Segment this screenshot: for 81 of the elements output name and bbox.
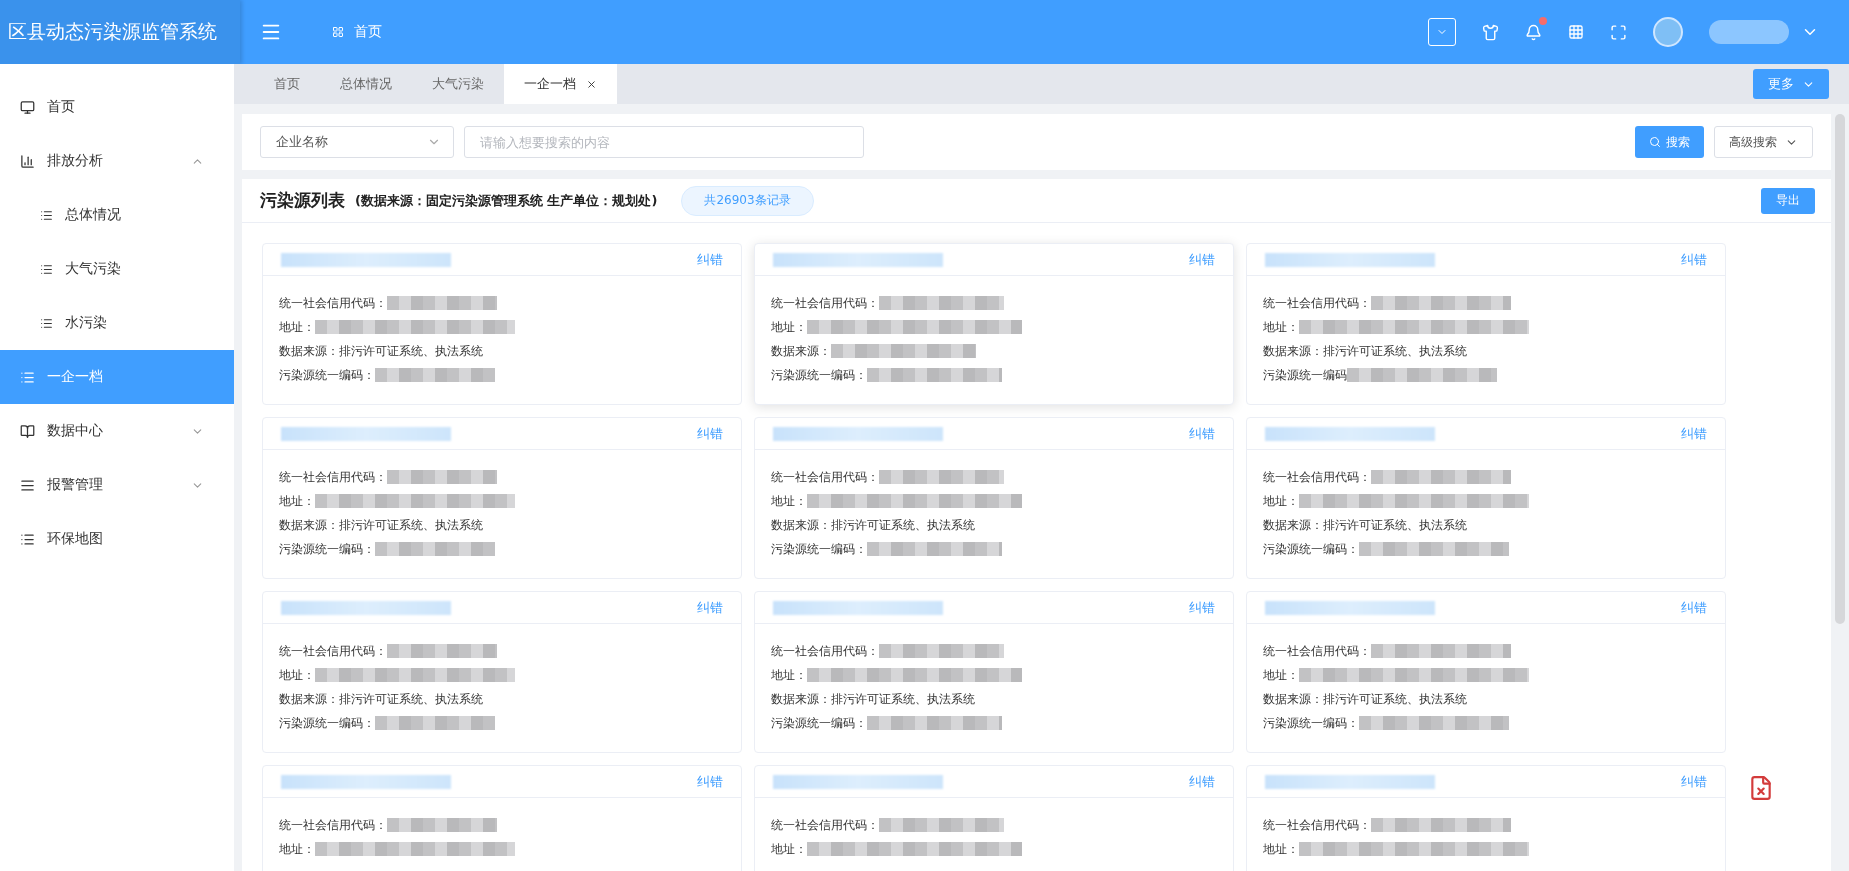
company-card[interactable]: 纠错 统一社会信用代码： 地址： 数据来源：排污许可证系统、执法系统 污染源统一编码：	[262, 591, 742, 753]
company-card[interactable]: 纠错 统一社会信用代码： 地址： 数据来源：排污许可证系统、执法系统 污染源统一编码：	[754, 417, 1234, 579]
field-label: 统一社会信用代码：	[279, 642, 387, 660]
tab[interactable]: 大气污染	[412, 64, 504, 104]
list-subtitle: (数据来源：固定污染源管理系统 生产单位：规划处)	[355, 191, 658, 210]
field-value: 排污许可证系统、执法系统	[339, 342, 483, 360]
field-label: 数据来源：	[1263, 342, 1323, 360]
advanced-search-button[interactable]: 高级搜索	[1714, 126, 1813, 158]
field-label: 统一社会信用代码：	[279, 468, 387, 486]
field-label: 统一社会信用代码：	[1263, 294, 1371, 312]
tab[interactable]: 总体情况	[320, 64, 412, 104]
field-label: 数据来源：	[1263, 516, 1323, 534]
field-label: 污染源统一编码：	[771, 540, 867, 558]
search-field[interactable]: 请输入想要搜索的内容	[464, 126, 864, 158]
field-value: 排污许可证系统、执法系统	[831, 690, 975, 708]
app-title: 区县动态污染源监管系统	[0, 0, 240, 64]
sidebar-subitem[interactable]: 大气污染	[0, 242, 234, 296]
field-label: 数据来源：	[771, 690, 831, 708]
sidebar-item[interactable]: 环保地图	[0, 512, 234, 566]
sidebar-item[interactable]: 排放分析	[0, 134, 234, 188]
field-label: 地址：	[279, 318, 315, 336]
tab[interactable]: 首页	[254, 64, 320, 104]
field-label: 地址：	[279, 840, 315, 858]
field-label: 数据来源：	[279, 342, 339, 360]
field-label: 地址：	[771, 492, 807, 510]
field-label: 统一社会信用代码：	[771, 816, 879, 834]
company-card[interactable]: 纠错 统一社会信用代码： 地址： 数据来源：排污许可证系统、执法系统 污染源统一编码：	[1246, 591, 1726, 753]
field-label: 污染源统一编码：	[771, 714, 867, 732]
field-label: 数据来源：	[771, 516, 831, 534]
field-label: 污染源统一编码：	[279, 366, 375, 384]
field-label: 统一社会信用代码：	[1263, 642, 1371, 660]
field-label: 地址：	[1263, 840, 1299, 858]
field-label: 统一社会信用代码：	[771, 294, 879, 312]
category-select[interactable]: 企业名称	[260, 126, 454, 158]
company-card[interactable]: 纠错 统一社会信用代码： 地址：	[262, 765, 742, 871]
field-label: 数据来源：	[279, 690, 339, 708]
sidebar-subitem[interactable]: 总体情况	[0, 188, 234, 242]
field-value: 排污许可证系统、执法系统	[339, 516, 483, 534]
company-card[interactable]: 纠错 统一社会信用代码： 地址： 数据来源：排污许可证系统、执法系统 污染源统一编码：	[262, 243, 742, 405]
field-label: 地址：	[771, 840, 807, 858]
field-value: 排污许可证系统、执法系统	[1323, 516, 1467, 534]
field-value: 排污许可证系统、执法系统	[1323, 342, 1467, 360]
field-label: 污染源统一编码：	[1263, 540, 1359, 558]
tab[interactable]: 一企一档	[504, 64, 617, 104]
field-value: 排污许可证系统、执法系统	[831, 516, 975, 534]
field-label: 地址：	[279, 492, 315, 510]
field-label: 地址：	[279, 666, 315, 684]
field-label: 统一社会信用代码：	[279, 816, 387, 834]
field-label: 地址：	[771, 666, 807, 684]
field-label: 污染源统一编码：	[1263, 714, 1359, 732]
field-label: 污染源统一编码：	[771, 366, 867, 384]
company-card[interactable]: 纠错 统一社会信用代码： 地址：	[754, 765, 1234, 871]
field-label: 污染源统一编码：	[279, 714, 375, 732]
field-label: 地址：	[1263, 666, 1299, 684]
field-label: 污染源统一编码	[1263, 366, 1347, 384]
field-label: 数据来源：	[771, 342, 831, 360]
list-title: 污染源列表	[260, 189, 345, 212]
field-label: 统一社会信用代码：	[771, 468, 879, 486]
field-label: 统一社会信用代码：	[1263, 468, 1371, 486]
company-card[interactable]: 纠错 统一社会信用代码： 地址：	[1246, 765, 1726, 871]
field-label: 数据来源：	[279, 516, 339, 534]
sidebar-item[interactable]: 报警管理	[0, 458, 234, 512]
field-label: 污染源统一编码：	[279, 540, 375, 558]
sidebar-item[interactable]: 首页	[0, 80, 234, 134]
field-value: 排污许可证系统、执法系统	[1323, 690, 1467, 708]
field-label: 数据来源：	[1263, 690, 1323, 708]
field-label: 地址：	[771, 318, 807, 336]
company-card[interactable]: 纠错 统一社会信用代码： 地址： 数据来源：排污许可证系统、执法系统 污染源统一编码	[1246, 243, 1726, 405]
company-card[interactable]: 纠错 统一社会信用代码： 地址： 数据来源： 污染源统一编码：	[754, 243, 1234, 405]
field-label: 统一社会信用代码：	[1263, 816, 1371, 834]
company-card[interactable]: 纠错 统一社会信用代码： 地址： 数据来源：排污许可证系统、执法系统 污染源统一编码：	[262, 417, 742, 579]
company-card[interactable]: 纠错 统一社会信用代码： 地址： 数据来源：排污许可证系统、执法系统 污染源统一编码：	[754, 591, 1234, 753]
field-label: 地址：	[1263, 492, 1299, 510]
sidebar-item[interactable]: 数据中心	[0, 404, 234, 458]
sidebar-subitem[interactable]: 水污染	[0, 296, 234, 350]
field-value: 排污许可证系统、执法系统	[339, 690, 483, 708]
company-card[interactable]: 纠错 统一社会信用代码： 地址： 数据来源：排污许可证系统、执法系统 污染源统一编码：	[1246, 417, 1726, 579]
field-label: 统一社会信用代码：	[771, 642, 879, 660]
field-label: 地址：	[1263, 318, 1299, 336]
field-label: 统一社会信用代码：	[279, 294, 387, 312]
record-count: 共26903条记录	[681, 185, 814, 216]
